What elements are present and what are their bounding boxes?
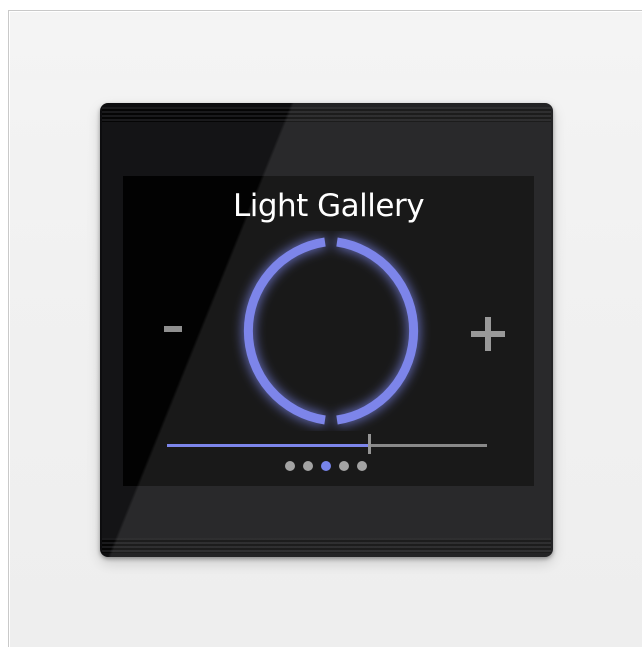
page-dot[interactable]	[321, 461, 331, 471]
minus-icon[interactable]	[164, 326, 182, 332]
device-top-ridge	[102, 107, 551, 122]
slider-thumb[interactable]	[368, 434, 371, 454]
device-bottom-ridge	[102, 538, 551, 553]
page-indicator	[285, 461, 367, 473]
wall-panel-photo: Light Gallery	[0, 0, 642, 647]
screen-title: Light Gallery	[232, 188, 425, 224]
page-dot[interactable]	[285, 461, 295, 471]
touch-panel-device: Light Gallery	[100, 103, 553, 557]
dial-ring-left-arc	[243, 237, 326, 425]
brightness-slider[interactable]	[167, 434, 487, 454]
plus-icon[interactable]	[471, 317, 505, 351]
dial-ring-right-arc	[336, 237, 419, 425]
page-dot[interactable]	[339, 461, 349, 471]
touch-screen: Light Gallery	[123, 176, 534, 486]
slider-fill	[167, 444, 369, 447]
page-dot[interactable]	[357, 461, 367, 471]
page-dot[interactable]	[303, 461, 313, 471]
power-ring-icon[interactable]	[231, 231, 431, 431]
